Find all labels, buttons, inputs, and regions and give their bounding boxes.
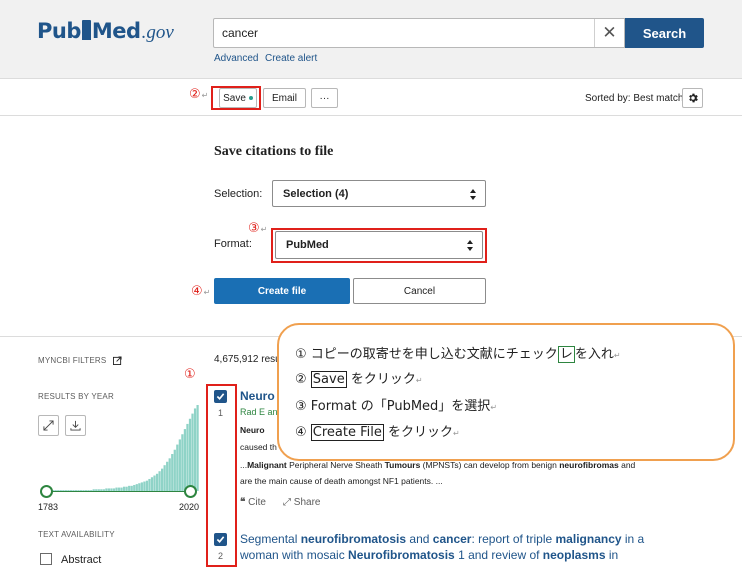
selection-label: Selection: (214, 188, 263, 200)
histogram-bar (188, 418, 192, 491)
highlight-save (211, 86, 261, 110)
result-1-snippet-4: are the main cause of death amongst NF1 … (240, 476, 443, 486)
histogram-bar (168, 458, 171, 491)
create-alert-link[interactable]: Create alert (265, 53, 317, 64)
results-toolbar: ②↵ Save Email ··· Sorted by: Best match (0, 80, 742, 116)
histogram-bar (173, 449, 176, 491)
results-by-year-histogram[interactable] (38, 405, 203, 501)
check-icon (216, 536, 225, 543)
result-1-snippet-1: Neuro (240, 425, 265, 435)
share-icon: ⤢ (283, 497, 291, 508)
result-2-checkbox[interactable] (214, 533, 227, 546)
histogram-bar (145, 480, 149, 491)
result-1-number: 1 (218, 408, 224, 418)
histogram-bar (150, 477, 154, 491)
logo-text-med: Med (91, 19, 141, 43)
marker-2: ②↵ (189, 87, 209, 102)
selection-value: Selection (4) (283, 187, 349, 200)
create-file-button[interactable]: Create file (214, 278, 350, 304)
histogram-bar (196, 405, 199, 491)
logo-text-pub: Pub (37, 19, 81, 43)
search-button[interactable]: Search (625, 18, 704, 48)
logo-gov: .gov (141, 22, 174, 43)
year-start-handle[interactable] (40, 485, 53, 498)
histogram-bar (186, 423, 189, 491)
abstract-checkbox[interactable] (40, 553, 52, 565)
year-end-handle[interactable] (184, 485, 197, 498)
selection-select[interactable]: Selection (4) (272, 180, 486, 207)
result-2-title[interactable]: Segmental neurofibromatosis and cancer: … (240, 531, 660, 563)
abstract-label: Abstract (61, 554, 102, 566)
marker-1: ① (184, 367, 196, 382)
histogram-bar (183, 429, 187, 491)
search-input[interactable] (222, 19, 592, 47)
search-box: ✕ (213, 18, 625, 48)
format-label: Format: (214, 238, 252, 250)
cancel-button[interactable]: Cancel (353, 278, 486, 304)
marker-3: ③↵ (248, 221, 268, 236)
corner-overlay (672, 549, 742, 570)
histogram-bar (181, 434, 184, 491)
share-button[interactable]: ⤢ Share (283, 497, 320, 508)
histogram-bar (161, 468, 164, 491)
external-link-icon[interactable] (112, 356, 122, 365)
histogram-bar (138, 483, 141, 491)
histogram-bar (143, 481, 146, 491)
instruction-2: ② Save をクリック↵ (295, 371, 423, 388)
histogram-bar (135, 484, 138, 491)
histogram-bar (171, 454, 174, 491)
instruction-3: ③ Format の「PubMed」を選択↵ (295, 399, 498, 414)
histogram-bar (163, 465, 166, 491)
result-1-authors: Rad E an (240, 407, 278, 417)
year-range-track (47, 491, 190, 492)
result-1-snippet-3: ...Malignant Peripheral Nerve Sheath Tum… (240, 460, 636, 470)
email-button[interactable]: Email (263, 88, 306, 108)
clear-search-icon[interactable]: ✕ (594, 19, 624, 47)
advanced-link[interactable]: Advanced (214, 53, 258, 64)
year-end-label: 2020 (179, 502, 200, 512)
select-arrows-icon (470, 189, 477, 200)
histogram-bar (193, 408, 197, 491)
pubmed-logo[interactable]: Pub Med.gov (37, 19, 174, 49)
save-panel-title: Save citations to file (214, 144, 334, 159)
result-2-number: 2 (218, 551, 224, 561)
year-start-label: 1783 (38, 502, 59, 512)
check-icon (216, 393, 225, 400)
instruction-1: ① コピーの取寄せを申し込む文献にチェックレを入れ↵ (295, 346, 621, 363)
result-1-checkbox[interactable] (214, 390, 227, 403)
results-count: 4,675,912 resu (214, 354, 281, 365)
histogram-bar (191, 413, 194, 491)
sorted-by-label: Sorted by: Best match (585, 93, 684, 104)
histogram-bar (155, 473, 159, 491)
histogram-bar (153, 475, 156, 491)
histogram-bar (178, 439, 181, 491)
result-1-snippet-2: caused th (240, 442, 277, 452)
histogram-bar (166, 461, 169, 491)
histogram-bar (158, 471, 161, 491)
results-by-year-label: RESULTS BY YEAR (38, 392, 114, 401)
histogram-bar (148, 478, 151, 491)
cite-button[interactable]: ❝ Cite (240, 497, 266, 508)
text-availability-label: TEXT AVAILABILITY (38, 530, 115, 539)
histogram-bar (176, 444, 179, 491)
marker-4: ④↵ (191, 284, 211, 299)
result-1-title[interactable]: Neuro (240, 389, 275, 403)
highlight-format (271, 228, 487, 263)
more-button[interactable]: ··· (311, 88, 338, 108)
instruction-4: ④ Create File をクリック↵ (295, 424, 460, 441)
instruction-callout: ① コピーの取寄せを申し込む文献にチェックレを入れ↵ ② Save をクリック↵… (277, 323, 735, 461)
site-header: Pub Med.gov ✕ Search Advanced Create aler… (0, 0, 742, 79)
histogram-bar (140, 482, 143, 491)
gear-icon[interactable] (682, 88, 703, 108)
quote-icon: ❝ (240, 497, 246, 508)
logo-book-icon (81, 20, 91, 40)
myncbi-filters-label: MYNCBI FILTERS (38, 356, 122, 365)
